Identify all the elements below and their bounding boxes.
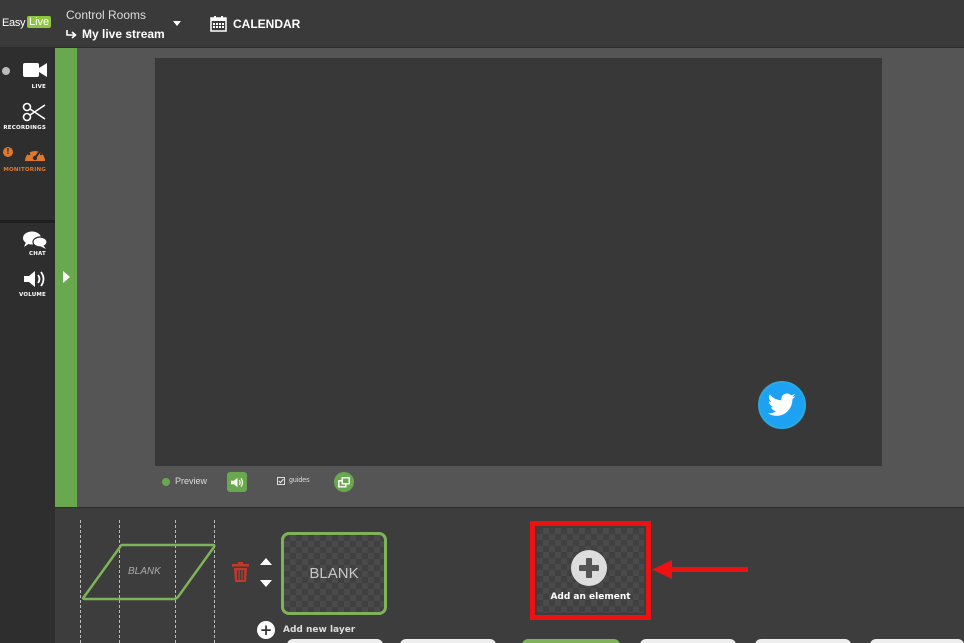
calendar-button[interactable]: CALENDAR bbox=[210, 15, 300, 32]
return-arrow-icon bbox=[66, 29, 77, 39]
partial-row-item bbox=[640, 639, 736, 643]
move-layer-up-button[interactable] bbox=[260, 558, 272, 565]
expand-arrow-icon[interactable] bbox=[63, 271, 70, 283]
plus-circle-icon: + bbox=[257, 621, 275, 639]
guides-checkbox[interactable] bbox=[277, 477, 285, 487]
partial-row-item bbox=[755, 639, 851, 643]
sidebar-item-volume[interactable]: VOLUME bbox=[0, 270, 55, 310]
blank-shape-label: BLANK bbox=[128, 566, 161, 577]
guides-label: guides bbox=[289, 477, 310, 484]
speaker-icon bbox=[230, 477, 243, 487]
sidebar-item-monitoring[interactable]: ! MONITORING bbox=[0, 142, 55, 182]
checkbox-checked-icon bbox=[277, 477, 285, 485]
easylive-logo[interactable]: Easy Live bbox=[0, 12, 52, 34]
speaker-icon bbox=[24, 271, 45, 287]
layer-thumbnail[interactable]: BLANK bbox=[281, 532, 387, 615]
chevron-down-icon[interactable] bbox=[173, 21, 181, 26]
picture-in-picture-button[interactable] bbox=[334, 472, 354, 492]
partial-row-item bbox=[870, 639, 964, 643]
add-element-label: Add an element bbox=[550, 592, 631, 602]
left-sidebar: LIVE RECORDINGS ! MONITORING CHAT VOLUME bbox=[0, 48, 55, 643]
add-new-layer-button[interactable]: + Add new layer bbox=[257, 621, 355, 639]
partial-row-item bbox=[522, 639, 620, 643]
sidebar-item-recordings[interactable]: RECORDINGS bbox=[0, 100, 55, 140]
twitter-bird-icon bbox=[768, 393, 796, 416]
trash-icon bbox=[232, 562, 249, 582]
blank-layer-shape[interactable]: BLANK bbox=[80, 542, 218, 604]
sidebar-item-chat[interactable]: CHAT bbox=[0, 230, 55, 270]
stream-selector[interactable]: My live stream bbox=[66, 27, 165, 41]
delete-layer-button[interactable] bbox=[232, 562, 249, 586]
calendar-icon bbox=[210, 16, 227, 32]
video-camera-icon bbox=[23, 63, 47, 77]
preview-label: Preview bbox=[175, 476, 208, 486]
stream-name: My live stream bbox=[82, 27, 165, 41]
layer-label: BLANK bbox=[309, 565, 359, 582]
sidebar-item-label: VOLUME bbox=[18, 292, 46, 298]
sidebar-item-live[interactable]: LIVE bbox=[0, 56, 55, 96]
add-new-layer-label: Add new layer bbox=[283, 625, 356, 635]
twitter-icon[interactable] bbox=[758, 381, 806, 429]
control-rooms-label: Control Rooms bbox=[66, 8, 147, 22]
live-status-dot bbox=[2, 67, 10, 75]
sidebar-divider bbox=[0, 220, 55, 223]
preview-status-dot bbox=[162, 478, 170, 486]
red-arrow-icon bbox=[652, 560, 748, 579]
partial-row-item bbox=[287, 639, 383, 643]
logo-live-text: Live bbox=[27, 16, 52, 28]
plus-circle-icon bbox=[571, 550, 607, 586]
sidebar-item-label: MONITORING bbox=[3, 167, 46, 173]
sidebar-item-label: LIVE bbox=[31, 84, 46, 90]
sidebar-item-label: CHAT bbox=[28, 251, 46, 257]
calendar-label: CALENDAR bbox=[233, 16, 301, 31]
dashboard-icon bbox=[25, 148, 45, 161]
preview-volume-button[interactable] bbox=[227, 472, 247, 492]
scissors-icon bbox=[22, 102, 46, 122]
chat-bubbles-icon bbox=[23, 231, 47, 249]
sidebar-item-label: RECORDINGS bbox=[3, 125, 46, 131]
move-layer-down-button[interactable] bbox=[260, 580, 272, 587]
windows-icon bbox=[338, 476, 350, 487]
logo-easy-text: Easy bbox=[2, 17, 26, 29]
add-element-button[interactable]: Add an element bbox=[537, 528, 644, 613]
partial-row-item bbox=[400, 639, 496, 643]
monitoring-alert-badge: ! bbox=[3, 147, 13, 157]
top-bar: Easy Live Control Rooms My live stream C… bbox=[0, 0, 964, 48]
